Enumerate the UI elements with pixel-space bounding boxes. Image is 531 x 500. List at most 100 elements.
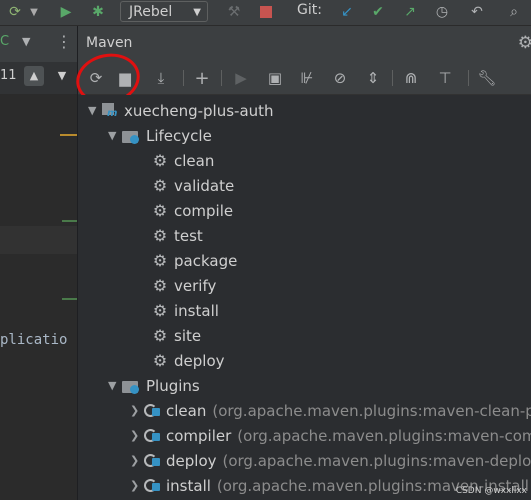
chevron-right-icon[interactable]: ❯ (130, 404, 144, 417)
git-push-icon[interactable]: ↗ (399, 2, 421, 22)
lifecycle-goal[interactable]: ⚙ compile (152, 198, 233, 223)
plugins-label: Plugins (146, 376, 200, 395)
plugin-coord: (org.apache.maven.plugins:maven-deploy (222, 451, 531, 470)
chevron-right-icon[interactable]: ❯ (130, 479, 144, 492)
maven-tree[interactable]: ▼ m xuecheng-plus-auth ▼ Lifecycle ⚙ clea… (78, 95, 531, 500)
plugin-item[interactable]: ❯ compiler (org.apache.maven.plugins:mave… (130, 423, 531, 448)
gear-icon: ⚙ (152, 226, 168, 245)
project-name: xuecheng-plus-auth (124, 101, 274, 120)
lifecycle-label: Lifecycle (146, 126, 212, 145)
git-label: Git: (297, 2, 322, 18)
change-marker (60, 134, 77, 136)
tree-project[interactable]: ▼ m xuecheng-plus-auth (88, 98, 274, 123)
editor-header: C ▼ ⋮ (0, 26, 77, 62)
goal-label: test (174, 226, 203, 245)
maven-toolbar: ⟳ ▆ ⤓ + ▶ ▣ ⊮ ⊘ ⇕ ⋒ ⊤ 🔧︎ (78, 62, 531, 95)
dropdown-arrow-icon[interactable]: ▼ (28, 2, 40, 22)
plugin-icon (144, 478, 162, 494)
plugin-coord: (org.apache.maven.plugins:maven-com (237, 426, 531, 445)
goal-label: clean (174, 151, 215, 170)
chevron-down-icon[interactable]: ▼ (22, 35, 30, 48)
plugin-icon (144, 403, 162, 419)
history-icon[interactable]: ◷ (431, 2, 453, 22)
undo-icon[interactable]: ↶ (466, 2, 488, 22)
goal-label: site (174, 326, 202, 345)
goal-label: verify (174, 276, 217, 295)
refresh-run-icon[interactable]: ⟳ (4, 2, 26, 22)
tree-lifecycle[interactable]: ▼ Lifecycle (108, 123, 212, 148)
goal-label: install (174, 301, 219, 320)
main-toolbar: ⟳ ▼ ▶ ✱ JRebel ▼ ⚒ Git: ↙ ✔ ↗ ◷ ↶ ⌕ (0, 0, 531, 26)
folder-gear-icon (122, 379, 140, 394)
tab-fragment-icon: C (0, 34, 10, 49)
chevron-down-icon[interactable]: ▼ (52, 66, 72, 86)
run-icon[interactable]: ▶ (230, 67, 252, 89)
run-config-select[interactable]: JRebel ▼ (120, 1, 208, 22)
watermark: CSDN @wxxllxx (455, 486, 527, 496)
gear-icon: ⚙ (152, 351, 168, 370)
chevron-down-icon[interactable]: ▼ (88, 104, 102, 117)
editor-nav-bar: 11 ▲ ▼ (0, 62, 77, 95)
lifecycle-goal[interactable]: ⚙ install (152, 298, 219, 323)
git-update-icon[interactable]: ↙ (336, 2, 358, 22)
change-marker (62, 220, 77, 222)
current-line (0, 226, 77, 254)
plugin-name: deploy (166, 451, 217, 470)
chevron-down-icon[interactable]: ▼ (108, 129, 122, 142)
change-marker (62, 298, 77, 300)
git-commit-icon[interactable]: ✔ (367, 2, 389, 22)
code-fragment: plicatio (0, 332, 68, 348)
lifecycle-goal[interactable]: ⚙ package (152, 248, 238, 273)
wrench-icon[interactable]: 🔧︎ (476, 67, 498, 89)
show-diagram-icon[interactable]: ⊤ (434, 67, 456, 89)
tree-plugins[interactable]: ▼ Plugins (108, 373, 200, 398)
lifecycle-goal[interactable]: ⚙ deploy (152, 348, 225, 373)
maven-panel-header: Maven ⚙ (78, 26, 531, 62)
chevron-down-icon[interactable]: ▼ (108, 379, 122, 392)
maven-module-icon: m (102, 102, 118, 119)
run-config-label: JRebel (129, 4, 173, 20)
run-icon[interactable]: ▶ (55, 2, 77, 22)
lifecycle-goal[interactable]: ⚙ clean (152, 148, 215, 173)
more-options-icon[interactable]: ⋮ (56, 32, 72, 51)
plugin-icon (144, 453, 162, 469)
plugin-icon (144, 428, 162, 444)
search-icon[interactable]: ⌕ (503, 2, 525, 22)
execute-goal-icon[interactable]: ▣ (264, 67, 286, 89)
lifecycle-goal[interactable]: ⚙ test (152, 223, 203, 248)
plugin-item[interactable]: ❯ clean (org.apache.maven.plugins:maven-c… (130, 398, 531, 423)
chevron-right-icon[interactable]: ❯ (130, 429, 144, 442)
gear-icon: ⚙ (152, 251, 168, 270)
chevron-right-icon[interactable]: ❯ (130, 454, 144, 467)
dependencies-icon[interactable]: ⋒ (400, 67, 422, 89)
goal-label: compile (174, 201, 234, 220)
plugin-name: clean (166, 401, 207, 420)
plugin-coord: (org.apache.maven.plugins:maven-clean-pl (212, 401, 531, 420)
goal-label: validate (174, 176, 235, 195)
plugin-item[interactable]: ❯ deploy (org.apache.maven.plugins:maven-… (130, 448, 531, 473)
collapse-all-icon[interactable]: ⇕ (362, 67, 384, 89)
maven-title: Maven (86, 35, 133, 51)
gear-icon: ⚙ (152, 201, 168, 220)
line-number: 11 (0, 68, 17, 83)
debug-icon[interactable]: ✱ (87, 2, 109, 22)
lifecycle-goal[interactable]: ⚙ site (152, 323, 201, 348)
toggle-offline-icon[interactable]: ⊮ (296, 67, 318, 89)
hammer-icon[interactable]: ⚒ (223, 2, 245, 22)
chevron-down-icon: ▼ (193, 7, 201, 18)
folder-gear-icon (122, 129, 140, 144)
separator (221, 70, 222, 86)
plugin-name: compiler (166, 426, 232, 445)
gear-icon: ⚙ (152, 176, 168, 195)
gear-icon[interactable]: ⚙ (518, 33, 531, 53)
stop-icon[interactable] (255, 2, 277, 22)
download-icon[interactable]: ⤓ (150, 67, 172, 89)
add-icon[interactable]: + (191, 67, 213, 89)
chevron-up-icon[interactable]: ▲ (24, 66, 44, 86)
lifecycle-goal[interactable]: ⚙ verify (152, 273, 217, 298)
goal-label: deploy (174, 351, 225, 370)
lifecycle-goal[interactable]: ⚙ validate (152, 173, 234, 198)
goal-label: package (174, 251, 238, 270)
skip-tests-icon[interactable]: ⊘ (329, 67, 351, 89)
separator (392, 70, 393, 86)
